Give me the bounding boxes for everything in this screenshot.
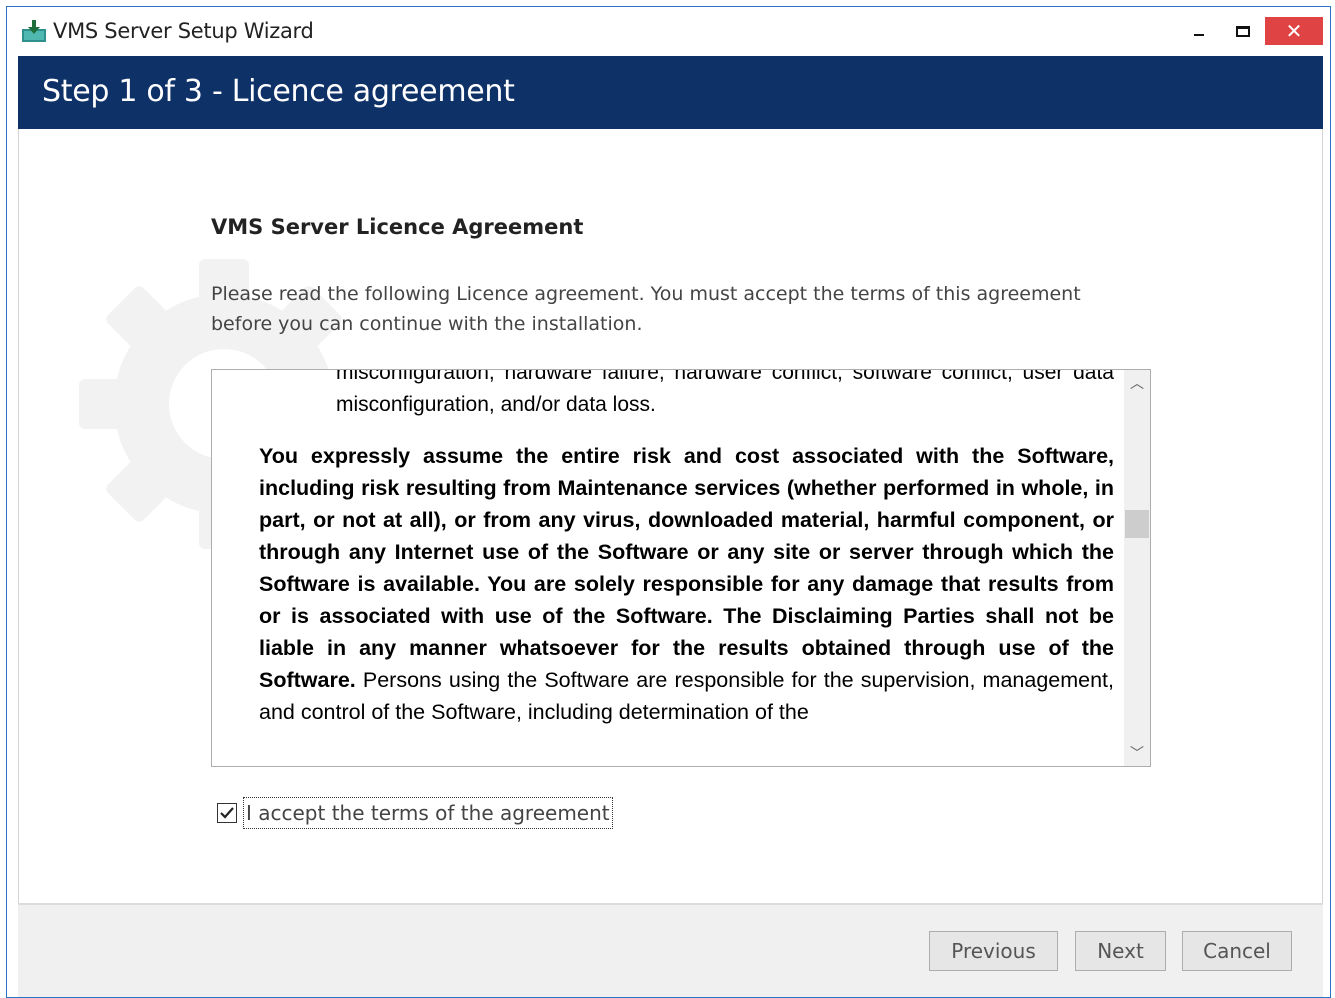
license-scrollbar[interactable]: ︿ ﹀ [1124, 370, 1150, 766]
installer-app-icon [21, 19, 47, 43]
wizard-header: Step 1 of 3 - Licence agreement [18, 56, 1323, 129]
close-icon: ✕ [1285, 19, 1303, 43]
setup-wizard-window: VMS Server Setup Wizard ✕ Step 1 of 3 - … [6, 6, 1331, 998]
close-button[interactable]: ✕ [1265, 17, 1323, 45]
maximize-icon [1236, 25, 1250, 37]
previous-button[interactable]: Previous [929, 931, 1058, 971]
maximize-button[interactable] [1223, 17, 1263, 45]
license-bold-text: You expressly assume the entire risk and… [259, 444, 1114, 692]
license-text-viewport: misconfiguration, hardware failure, hard… [212, 370, 1124, 766]
scroll-thumb[interactable] [1125, 510, 1149, 538]
accept-terms-label[interactable]: I accept the terms of the agreement [243, 797, 613, 829]
window-title: VMS Server Setup Wizard [53, 19, 314, 43]
scroll-up-arrow-icon[interactable]: ︿ [1124, 370, 1150, 396]
title-bar[interactable]: VMS Server Setup Wizard ✕ [7, 7, 1330, 55]
license-paragraph: misconfiguration, hardware failure, hard… [336, 370, 1114, 416]
agreement-heading: VMS Server Licence Agreement [211, 215, 584, 239]
license-paragraph: You expressly assume the entire risk and… [259, 440, 1114, 728]
scroll-down-arrow-icon[interactable]: ﹀ [1124, 740, 1150, 766]
next-button[interactable]: Next [1075, 931, 1166, 971]
checkmark-icon [220, 807, 234, 819]
license-text-box[interactable]: misconfiguration, hardware failure, hard… [211, 369, 1151, 767]
minimize-button[interactable] [1179, 17, 1219, 45]
agreement-instructions: Please read the following Licence agreem… [211, 283, 1081, 335]
cancel-button[interactable]: Cancel [1182, 931, 1292, 971]
wizard-content: VMS Server Licence Agreement Please read… [18, 129, 1323, 903]
step-title: Step 1 of 3 - Licence agreement [42, 74, 515, 109]
license-normal-text: Persons using the Software are responsib… [259, 668, 1114, 724]
minimize-icon [1194, 34, 1204, 36]
wizard-footer: Previous Next Cancel [18, 903, 1323, 997]
accept-terms-checkbox[interactable] [217, 803, 237, 823]
